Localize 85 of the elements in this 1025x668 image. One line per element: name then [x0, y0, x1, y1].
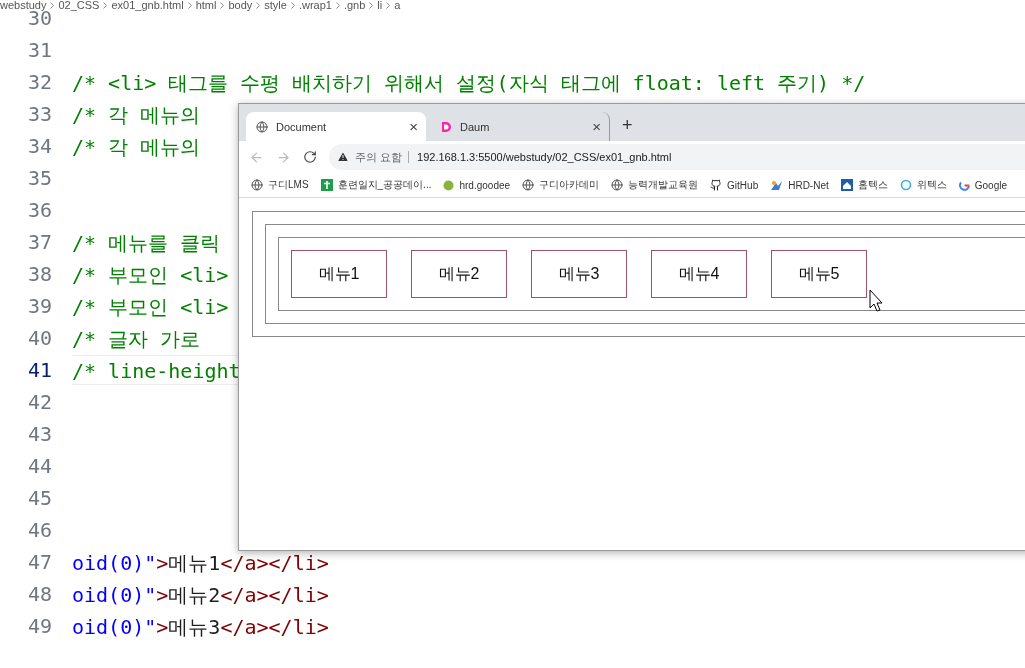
- code-line: /* 메뉴를 클릭: [72, 230, 222, 257]
- forward-icon[interactable]: [276, 149, 291, 165]
- chevron-icon: [256, 2, 261, 9]
- dot-icon: [443, 179, 455, 191]
- code-line: oid(0)">메뉴2</a></li>: [72, 582, 330, 609]
- chevron-icon: [187, 2, 192, 9]
- line-number: 43: [26, 422, 52, 446]
- cursor-icon: [869, 289, 883, 313]
- line-number: 36: [26, 198, 52, 222]
- line-number: 48: [26, 582, 52, 606]
- line-number: 37: [26, 230, 52, 254]
- chevron-icon: [103, 2, 108, 9]
- breadcrumb-item[interactable]: webstudy: [0, 0, 47, 11]
- globe-icon: [522, 179, 535, 191]
- menu-link[interactable]: 메뉴1: [291, 250, 387, 298]
- github-icon: [710, 179, 723, 191]
- breadcrumb-item[interactable]: style: [264, 0, 287, 11]
- menu-link[interactable]: 메뉴2: [411, 250, 507, 298]
- line-number: 45: [26, 486, 52, 510]
- line-number: 49: [26, 614, 52, 638]
- bookmark[interactable]: 위텍스: [899, 178, 947, 192]
- menu-link[interactable]: 메뉴5: [771, 250, 867, 298]
- chevron-icon: [335, 2, 340, 9]
- bookmark[interactable]: Google: [958, 179, 1007, 191]
- google-icon: [958, 179, 970, 191]
- chevron-icon: [50, 2, 55, 9]
- bookmark[interactable]: HRD-Net: [770, 179, 829, 191]
- code-line: /* 각 메뉴의: [72, 102, 202, 129]
- bookmark[interactable]: 능력개발교육원: [611, 178, 699, 192]
- globe-icon: [251, 179, 263, 191]
- people-icon: [770, 179, 784, 191]
- line-number: 35: [26, 166, 52, 190]
- house-icon: [840, 179, 853, 191]
- chevron-icon: [369, 2, 374, 9]
- code-line: /* 부모인 <li>: [72, 294, 230, 321]
- bookmark[interactable]: 구디LMS: [251, 178, 309, 192]
- menu-link[interactable]: 메뉴4: [651, 250, 747, 298]
- code-line: /* <li> 태그를 수평 배치하기 위해서 설정(자식 태그에 float: left 주기) */: [72, 70, 867, 97]
- breadcrumb-item[interactable]: .gnb: [343, 0, 366, 11]
- line-number: 39: [26, 294, 52, 318]
- line-number: 41: [26, 358, 52, 382]
- reload-icon[interactable]: [303, 150, 317, 164]
- bookmark[interactable]: GitHub: [710, 179, 759, 191]
- bookmark[interactable]: hrd.goodee: [443, 179, 511, 191]
- line-number: 33: [26, 102, 52, 126]
- chevron-icon: [290, 2, 295, 9]
- breadcrumb-item[interactable]: body: [228, 0, 253, 11]
- breadcrumb-item[interactable]: 02_CSS: [58, 0, 100, 11]
- line-number: 32: [26, 70, 52, 94]
- breadcrumb-item[interactable]: li: [377, 0, 383, 11]
- line-number: 38: [26, 262, 52, 286]
- bookmark[interactable]: 구디아카데미: [522, 178, 600, 192]
- line-number: 34: [26, 134, 52, 158]
- chevron-icon: [220, 2, 225, 9]
- browser-tab[interactable]: Document ×: [246, 112, 426, 141]
- code-line: oid(0)">메뉴1</a></li>: [72, 550, 330, 577]
- globe-icon: [256, 120, 268, 133]
- line-number: 42: [26, 390, 52, 414]
- ring-icon: [899, 179, 912, 191]
- warning-icon: [337, 151, 349, 163]
- line-number: 44: [26, 454, 52, 478]
- line-number: 47: [26, 550, 52, 574]
- back-icon[interactable]: [249, 149, 264, 165]
- code-line: /* 글자 가로: [72, 326, 202, 353]
- breadcrumb-item[interactable]: .wrap1: [298, 0, 332, 11]
- code-line: /* 각 메뉴의: [72, 134, 202, 161]
- close-icon[interactable]: ×: [592, 118, 601, 135]
- bookmark[interactable]: 홈텍스: [840, 178, 888, 192]
- new-tab-button[interactable]: +: [622, 115, 633, 136]
- code-line: oid(0)">메뉴3</a></li>: [72, 614, 330, 641]
- chevron-icon: [386, 2, 391, 9]
- breadcrumb-item[interactable]: ex01_gnb.html: [111, 0, 184, 11]
- breadcrumb-item[interactable]: html: [195, 0, 217, 11]
- line-number: 40: [26, 326, 52, 350]
- bookmark[interactable]: 훈련일지_공공데이...: [320, 178, 432, 192]
- line-number: 31: [26, 38, 52, 62]
- address-field[interactable]: 주의 요함 192.168.1.3:5500/webstudy/02_CSS/ex01_gnb.html: [329, 144, 1025, 170]
- globe-icon: [611, 179, 624, 191]
- line-number: 46: [26, 518, 52, 542]
- menu-link[interactable]: 메뉴3: [531, 250, 627, 298]
- code-line: /* 부모인 <li>: [72, 262, 230, 289]
- cross-icon: [320, 179, 333, 191]
- close-icon[interactable]: ×: [409, 118, 418, 135]
- letter-icon: [440, 120, 452, 133]
- breadcrumb-item[interactable]: a: [394, 0, 401, 11]
